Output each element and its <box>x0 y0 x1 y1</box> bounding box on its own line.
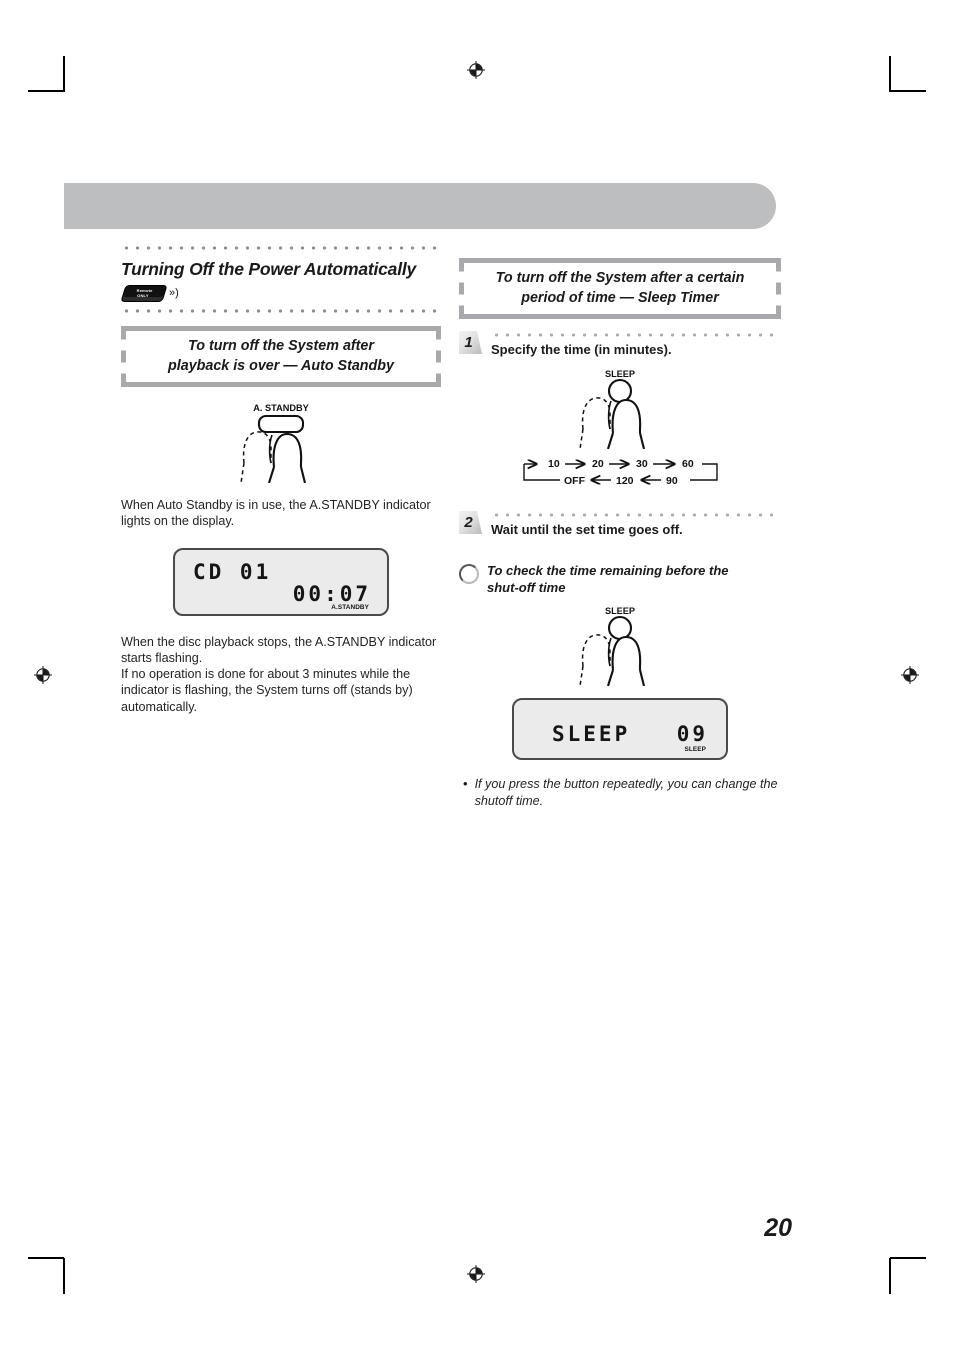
sleep-button-label-2: SLEEP <box>605 606 635 616</box>
auto-standby-paragraph-2: When the disc playback stops, the A.STAN… <box>121 634 437 714</box>
auto-standby-paragraph-1: When Auto Standby is in use, the A.STAND… <box>121 498 431 529</box>
registration-mark-right <box>900 665 920 685</box>
check-heading-line2: shut-off time <box>487 579 566 595</box>
cycle-top-2: 30 <box>636 458 648 470</box>
cycle-top-0: 10 <box>548 458 560 470</box>
check-remaining-time-heading: To check the time remaining before the s… <box>459 563 781 596</box>
check-remaining-time-text: To check the time remaining before the s… <box>487 563 729 596</box>
sleep-timer-heading-line1: To turn off the System after a certain <box>495 270 745 286</box>
lcd-a-standby-indicator: A.STANDBY <box>331 603 369 611</box>
remote-badge-line2: ONLY <box>137 292 150 297</box>
remote-key-icon: Remote ONLY <box>120 284 168 302</box>
hand-pressing-sleep-button-icon: SLEEP <box>579 369 646 449</box>
lcd-sleep-minutes: 09 <box>676 722 708 746</box>
ring-bullet-icon <box>459 564 479 584</box>
crop-mark-top-left-v <box>63 56 65 92</box>
page-header-bar <box>64 183 776 229</box>
sleep-button-illustration-check: SLEEP <box>459 604 781 686</box>
sleep-timer-heading-box: To turn off the System after a certain p… <box>459 258 781 319</box>
right-column: To turn off the System after a certain p… <box>459 258 781 809</box>
headbox-border-right <box>436 326 441 387</box>
sleep-timer-heading-line2: period of time — Sleep Timer <box>521 290 719 306</box>
step-2-dotted-rule <box>491 513 781 517</box>
headbox-border-bottom <box>121 382 441 387</box>
step-1-number: 1 <box>464 334 473 351</box>
step-1-badge: 1 <box>459 331 482 354</box>
headbox2-border-bottom <box>459 314 781 319</box>
auto-standby-heading-line1: To turn off the System after <box>188 338 374 354</box>
headbox2-border-left <box>459 258 464 319</box>
dotted-rule-top <box>121 246 441 250</box>
crop-mark-top-right-v <box>889 56 891 92</box>
step-1-label: Specify the time (in minutes). <box>491 342 672 357</box>
crop-mark-bottom-left-v <box>63 1258 65 1294</box>
crop-mark-bottom-right-h <box>890 1257 926 1259</box>
cycle-diagram-svg: 10 20 30 60 OFF 120 90 <box>523 458 718 487</box>
step-2-content: Wait until the set time goes off. <box>491 511 781 537</box>
step-1-dotted-rule <box>491 333 781 337</box>
headbox2-border-right <box>776 258 781 319</box>
step-1-content: Specify the time (in minutes). <box>491 331 781 357</box>
lcd-source-track: CD 01 <box>193 559 272 584</box>
auto-standby-heading-line2: playback is over — Auto Standby <box>168 358 394 374</box>
note-bullet-icon: • <box>463 776 468 791</box>
hand-pressing-sleep-button-icon-2: SLEEP <box>579 606 646 686</box>
sleep-time-cycle-diagram: 10 20 30 60 OFF 120 90 <box>459 453 781 493</box>
dotted-rule-under-title <box>121 309 441 313</box>
step-2-label: Wait until the set time goes off. <box>491 522 683 537</box>
headbox2-border-top <box>459 258 781 263</box>
crop-mark-bottom-left-h <box>28 1257 64 1259</box>
headbox-border-left <box>121 326 126 387</box>
cycle-bottom-1: 120 <box>616 475 634 487</box>
registration-mark-top <box>466 60 486 80</box>
display-panel-auto-standby: CD 01 00:07 A.STANDBY <box>173 547 389 616</box>
registration-mark-left <box>33 665 53 685</box>
ir-wave-icon: ») <box>169 286 179 299</box>
lcd-sleep-indicator: SLEEP <box>684 746 706 753</box>
cycle-top-1: 20 <box>592 458 604 470</box>
sleep-note-text: If you press the button repeatedly, you … <box>474 777 778 808</box>
sleep-note-row: • If you press the button repeatedly, yo… <box>459 776 781 809</box>
auto-standby-heading-box: To turn off the System after playback is… <box>121 326 441 387</box>
headbox-border-top <box>121 326 441 331</box>
check-heading-line1: To check the time remaining before the <box>487 563 729 578</box>
hand-pressing-button-icon: A. STANDBY <box>240 403 309 483</box>
step-2-number: 2 <box>464 514 473 531</box>
auto-standby-illustration: A. STANDBY <box>121 401 441 483</box>
display-panel-sleep: SLEEP 09 SLEEP <box>512 698 728 760</box>
remote-only-badge: Remote ONLY ») <box>120 284 441 302</box>
crop-mark-bottom-right-v <box>889 1258 891 1294</box>
sleep-button-illustration-step1: SLEEP <box>459 367 781 449</box>
step-2-row: 2 Wait until the set time goes off. <box>459 511 781 537</box>
left-column: Turning Off the Power Automatically Remo… <box>120 246 441 715</box>
lcd-time-value: 00:07 <box>292 581 371 606</box>
registration-mark-bottom <box>466 1264 486 1284</box>
crop-mark-top-right-h <box>890 90 926 92</box>
lcd-sleep-word: SLEEP <box>552 722 631 746</box>
page-title: Turning Off the Power Automatically <box>121 259 417 279</box>
step-1-row: 1 Specify the time (in minutes). <box>459 331 781 357</box>
cycle-bottom-2: 90 <box>666 475 678 487</box>
auto-standby-button-label: A. STANDBY <box>253 403 308 413</box>
crop-mark-top-left-h <box>28 90 64 92</box>
cycle-bottom-0: OFF <box>564 475 586 487</box>
step-2-badge: 2 <box>459 511 482 534</box>
page-number: 20 <box>764 1214 792 1242</box>
cycle-top-3: 60 <box>682 458 694 470</box>
sleep-button-label-1: SLEEP <box>605 369 635 379</box>
